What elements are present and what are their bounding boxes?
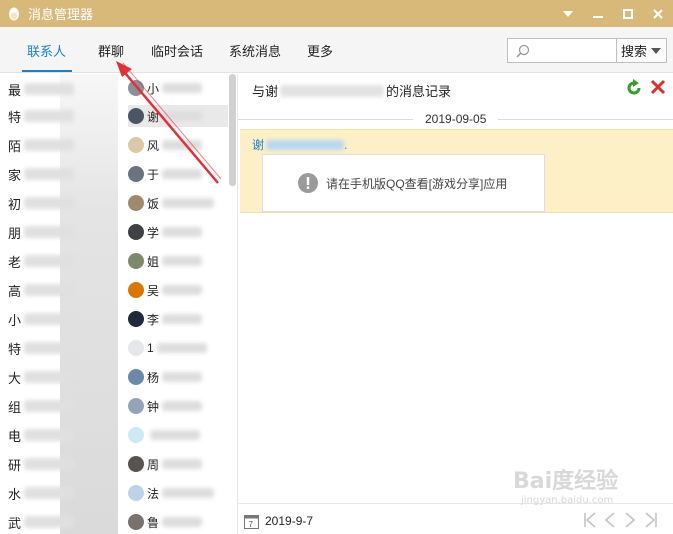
avatar: [128, 340, 144, 356]
date-divider: 2019-09-05: [238, 109, 673, 129]
menu-dropdown-button[interactable]: [553, 0, 583, 27]
minimize-button[interactable]: [583, 0, 613, 27]
contact-item[interactable]: 李: [128, 308, 228, 330]
category-item[interactable]: 研: [8, 454, 75, 474]
avatar: [128, 398, 144, 414]
minimize-icon: [593, 15, 603, 18]
svg-text:7: 7: [249, 520, 254, 529]
category-item[interactable]: 老: [8, 251, 75, 271]
contact-item[interactable]: [128, 424, 228, 446]
contact-item[interactable]: 鲁: [128, 511, 228, 533]
contact-item[interactable]: 法: [128, 482, 228, 504]
category-item[interactable]: 电: [8, 425, 75, 445]
divider-date: 2019-09-05: [425, 112, 487, 126]
message-bubble: 请在手机版QQ查看[游戏分享]应用: [262, 154, 545, 212]
avatar: [128, 195, 144, 211]
search-button[interactable]: 搜索: [616, 38, 667, 63]
first-page-icon[interactable]: [583, 512, 597, 528]
category-item[interactable]: 家: [8, 164, 75, 184]
contact-item[interactable]: 吴: [128, 279, 228, 301]
calendar-icon[interactable]: 7: [244, 514, 259, 529]
tab-system-messages[interactable]: 系统消息: [229, 41, 281, 60]
previous-page-icon[interactable]: [604, 512, 616, 528]
search-input[interactable]: [532, 41, 614, 60]
message-item: 谢 . 请在手机版QQ查看[游戏分享]应用: [240, 129, 673, 213]
active-tab-indicator: [22, 70, 72, 72]
delete-icon[interactable]: [650, 79, 666, 95]
avatar: [128, 224, 144, 240]
annotation-arrow: [116, 61, 222, 184]
category-item[interactable]: 陌: [8, 135, 75, 155]
contact-item[interactable]: 姐: [128, 250, 228, 272]
avatar: [128, 253, 144, 269]
close-button[interactable]: [643, 0, 673, 27]
title-bar: 消息管理器: [0, 0, 673, 27]
selected-date[interactable]: 2019-9-7: [265, 514, 313, 528]
chevron-down-icon: [563, 10, 573, 17]
message-sender[interactable]: 谢 .: [252, 136, 347, 153]
last-page-icon[interactable]: [644, 512, 658, 528]
avatar: [128, 514, 144, 530]
contact-item[interactable]: 1: [128, 337, 228, 359]
avatar: [128, 311, 144, 327]
record-footer: 7 2019-9-7: [238, 503, 673, 534]
record-title: 与谢 的消息记录: [252, 84, 452, 99]
qq-penguin-icon: [9, 7, 19, 20]
tab-contacts[interactable]: 联系人: [27, 41, 66, 60]
avatar: [128, 369, 144, 385]
search-button-label: 搜索: [621, 44, 648, 59]
category-item[interactable]: 特: [8, 106, 75, 126]
baidu-jingyan-watermark: Bai度经验 jingyan.baidu.com: [513, 469, 619, 506]
contact-item[interactable]: 饭: [128, 192, 228, 214]
search-icon: [516, 44, 530, 58]
category-item[interactable]: 特: [8, 338, 75, 358]
avatar: [128, 485, 144, 501]
category-item[interactable]: 小: [8, 309, 75, 329]
refresh-icon[interactable]: [625, 79, 643, 97]
category-item[interactable]: 水: [8, 483, 75, 503]
exclamation-icon: [298, 173, 318, 193]
avatar: [128, 282, 144, 298]
category-item[interactable]: 大: [8, 367, 75, 387]
contact-item[interactable]: 钟: [128, 395, 228, 417]
search-box[interactable]: [507, 38, 617, 63]
message-text: 请在手机版QQ查看[游戏分享]应用: [326, 176, 508, 191]
maximize-button[interactable]: [613, 0, 643, 27]
next-page-icon[interactable]: [624, 512, 636, 528]
caret-down-icon: [651, 48, 661, 54]
contact-item[interactable]: 学: [128, 221, 228, 243]
category-item[interactable]: 最: [8, 79, 75, 99]
avatar: [128, 456, 144, 472]
category-item[interactable]: 朋: [8, 222, 75, 242]
contact-item[interactable]: 周: [128, 453, 228, 475]
maximize-icon: [623, 8, 633, 19]
avatar: [128, 427, 144, 443]
category-item[interactable]: 高: [8, 280, 75, 300]
window-title: 消息管理器: [28, 7, 94, 22]
category-item[interactable]: 组: [8, 396, 75, 416]
close-icon: [653, 8, 663, 19]
contact-list-scrollbar[interactable]: [229, 74, 236, 186]
category-item[interactable]: 武: [8, 512, 75, 532]
category-item[interactable]: 初: [8, 193, 75, 213]
contact-item[interactable]: 杨: [128, 366, 228, 388]
tab-more[interactable]: 更多: [307, 41, 333, 60]
